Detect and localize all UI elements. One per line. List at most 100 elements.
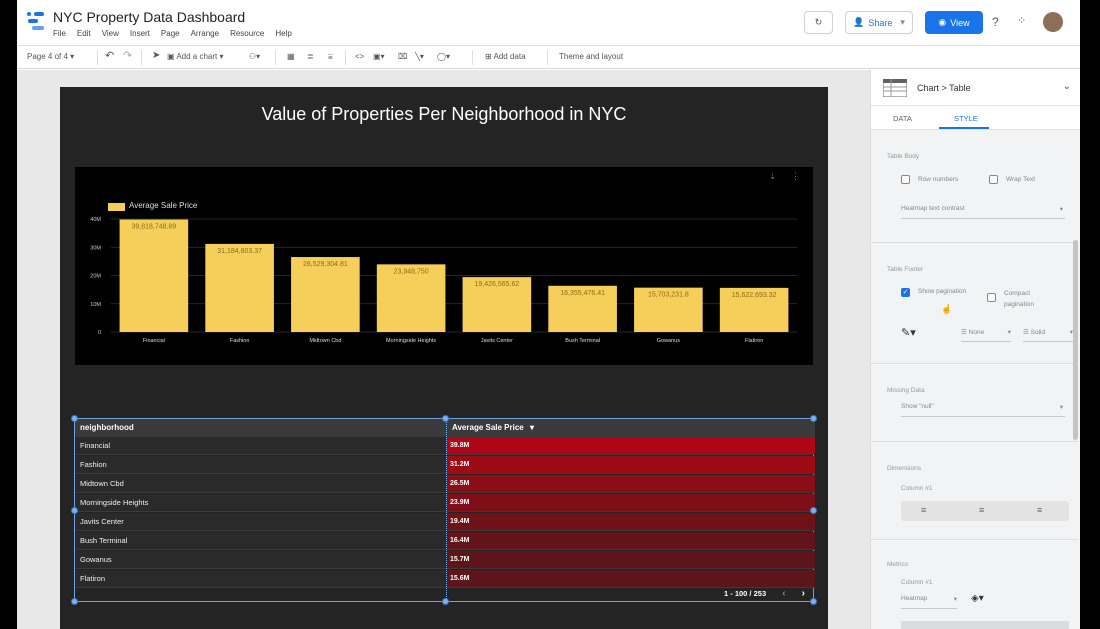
add-data-label: Add data <box>493 52 526 61</box>
bar-data-label: 15,622,693.32 <box>732 292 777 299</box>
toolbar-divider <box>141 50 142 65</box>
help-icon[interactable]: ? <box>992 15 999 29</box>
report-title[interactable]: Value of Properties Per Neighborhood in … <box>60 104 828 125</box>
panel-scrollbar[interactable] <box>1073 240 1078 440</box>
wrap-text-label: Wrap Text <box>1006 176 1036 183</box>
x-tick-label: Fashion <box>230 338 250 344</box>
add-chart-button[interactable]: ▣ Add a chart ▾ <box>167 52 224 61</box>
alignment-group: ≡ ≡ ≡ <box>901 501 1069 521</box>
filter-control-icon[interactable]: ≣ <box>307 52 314 61</box>
mouse-cursor-icon: ☝ <box>941 304 953 314</box>
menu-item-help[interactable]: Help <box>275 29 291 38</box>
resize-handle[interactable] <box>71 598 78 605</box>
align-left-icon[interactable]: ≡ <box>921 505 926 515</box>
show-pagination-checkbox[interactable]: ✓ <box>901 288 910 297</box>
border-color-pencil-icon[interactable]: ✎▾ <box>901 326 916 339</box>
date-range-icon[interactable]: ▦ <box>287 52 295 61</box>
add-control-icon[interactable]: ⚇▾ <box>249 52 260 61</box>
wrap-text-checkbox[interactable] <box>989 175 998 184</box>
missing-data-dropdown[interactable]: Show "null" ▾ <box>901 403 1065 417</box>
resize-handle[interactable] <box>810 598 817 605</box>
resize-handle[interactable] <box>71 415 78 422</box>
redo-icon[interactable]: ↷ <box>123 49 132 62</box>
bar-midtown-cbd[interactable] <box>291 257 360 332</box>
align-right-icon[interactable]: ≡ <box>1037 505 1042 515</box>
table-chart-icon <box>883 79 907 97</box>
resize-handle[interactable] <box>442 598 449 605</box>
bar-financial[interactable] <box>119 219 189 332</box>
border-style-dropdown[interactable]: ☰ Solid ▾ <box>1023 328 1073 342</box>
menu-item-file[interactable]: File <box>53 29 66 38</box>
add-chart-label: Add a chart <box>176 52 218 61</box>
toolbar-divider <box>345 50 346 65</box>
resize-handle[interactable] <box>442 415 449 422</box>
add-data-button[interactable]: ⊞ Add data <box>485 52 526 61</box>
section-dimensions: Dimensions Column #1 ≡ ≡ ≡ <box>871 443 1078 540</box>
column-header-neighborhood[interactable]: neighborhood <box>75 419 446 437</box>
compact-pagination-label: Compact pagination <box>1004 290 1034 308</box>
report-canvas: Value of Properties Per Neighborhood in … <box>17 70 870 629</box>
menu-item-page[interactable]: Page <box>161 29 180 38</box>
user-avatar[interactable] <box>1043 12 1063 32</box>
line-icon[interactable]: ╲▾ <box>415 52 424 61</box>
metric-display-dropdown[interactable]: Heatmap ▾ <box>901 595 957 609</box>
tab-data[interactable]: DATA <box>893 114 912 123</box>
section-label: Table Footer <box>887 266 924 273</box>
menu-item-view[interactable]: View <box>102 29 119 38</box>
panel-breadcrumb: Chart > Table <box>917 83 971 93</box>
document-title[interactable]: NYC Property Data Dashboard <box>53 9 245 25</box>
compact-pagination-checkbox[interactable] <box>987 293 996 302</box>
border-weight-dropdown[interactable]: ☰ None ▾ <box>961 328 1011 342</box>
resize-handle[interactable] <box>71 507 78 514</box>
theme-layout-button[interactable]: Theme and layout <box>559 52 623 61</box>
bar-data-label: 31,184,803.37 <box>217 248 262 255</box>
fill-color-icon[interactable]: ◈▾ <box>971 593 984 604</box>
y-tick-label: 40M <box>90 217 101 223</box>
menu-item-arrange[interactable]: Arrange <box>191 29 219 38</box>
data-table[interactable]: neighborhood Average Sale Price ▾ Financ… <box>71 415 817 605</box>
menu-item-resource[interactable]: Resource <box>230 29 264 38</box>
select-cursor-icon[interactable]: ➤ <box>152 50 160 61</box>
share-label: Share <box>868 17 893 28</box>
heatmap-contrast-dropdown[interactable]: Heatmap text contrast ▾ <box>901 205 1065 219</box>
refresh-icon: ↻ <box>814 17 823 27</box>
column-header-avg-price[interactable]: Average Sale Price ▾ <box>446 419 815 437</box>
shape-icon[interactable]: ◯▾ <box>437 52 450 61</box>
tab-style[interactable]: STYLE <box>954 114 978 123</box>
image-icon[interactable]: ▣▾ <box>373 52 385 61</box>
next-page-icon[interactable]: › <box>802 588 805 599</box>
resize-handle[interactable] <box>810 507 817 514</box>
x-tick-label: Morningside Heights <box>386 338 436 344</box>
bar-chart[interactable]: ⇣ ⋮ Average Sale Price 0 10M 20M 30M 40M 39,8… <box>75 167 813 365</box>
x-tick-label: Midtown Cbd <box>309 338 341 344</box>
apps-grid-icon[interactable]: ⁘ <box>1017 14 1026 27</box>
undo-icon[interactable]: ↶ <box>105 49 114 62</box>
row-numbers-checkbox[interactable] <box>901 175 910 184</box>
row-numbers-label: Row numbers <box>918 176 959 183</box>
bar-data-label: 39,818,748.89 <box>131 224 176 231</box>
selection-divider <box>446 419 447 603</box>
bar-data-label: 23,948,750 <box>394 268 429 275</box>
refresh-button[interactable]: ↻ <box>804 11 833 34</box>
bar-fashion[interactable] <box>205 243 274 332</box>
filter-icon[interactable]: ⩸ <box>328 52 333 62</box>
resize-handle[interactable] <box>810 415 817 422</box>
menu-item-edit[interactable]: Edit <box>77 29 91 38</box>
border-weight-icon: ☰ <box>961 329 969 336</box>
page-indicator-text: Page 4 of 4 <box>27 52 68 61</box>
data-studio-logo-icon[interactable] <box>25 10 47 32</box>
chevron-down-icon[interactable]: ⌄ <box>1063 81 1071 92</box>
toolbar-divider <box>97 50 98 65</box>
table-cell-avg-price: 15.6M <box>446 570 815 588</box>
view-button[interactable]: ◉ View <box>925 11 983 34</box>
code-embed-icon[interactable]: <> <box>355 52 364 61</box>
align-center-icon[interactable]: ≡ <box>979 505 984 515</box>
text-box-icon[interactable]: ⌧ <box>398 52 407 61</box>
page-indicator[interactable]: Page 4 of 4 ▾ <box>27 52 74 61</box>
add-chart-icon: ▣ <box>167 52 175 61</box>
menu-item-insert[interactable]: Insert <box>130 29 150 38</box>
prev-page-icon[interactable]: ‹ <box>782 588 785 599</box>
bar-data-label: 19,426,565.62 <box>474 281 519 288</box>
table-cell-avg-price: 19.4M <box>446 513 815 531</box>
share-button[interactable]: 👤 Share ▾ <box>845 11 913 34</box>
